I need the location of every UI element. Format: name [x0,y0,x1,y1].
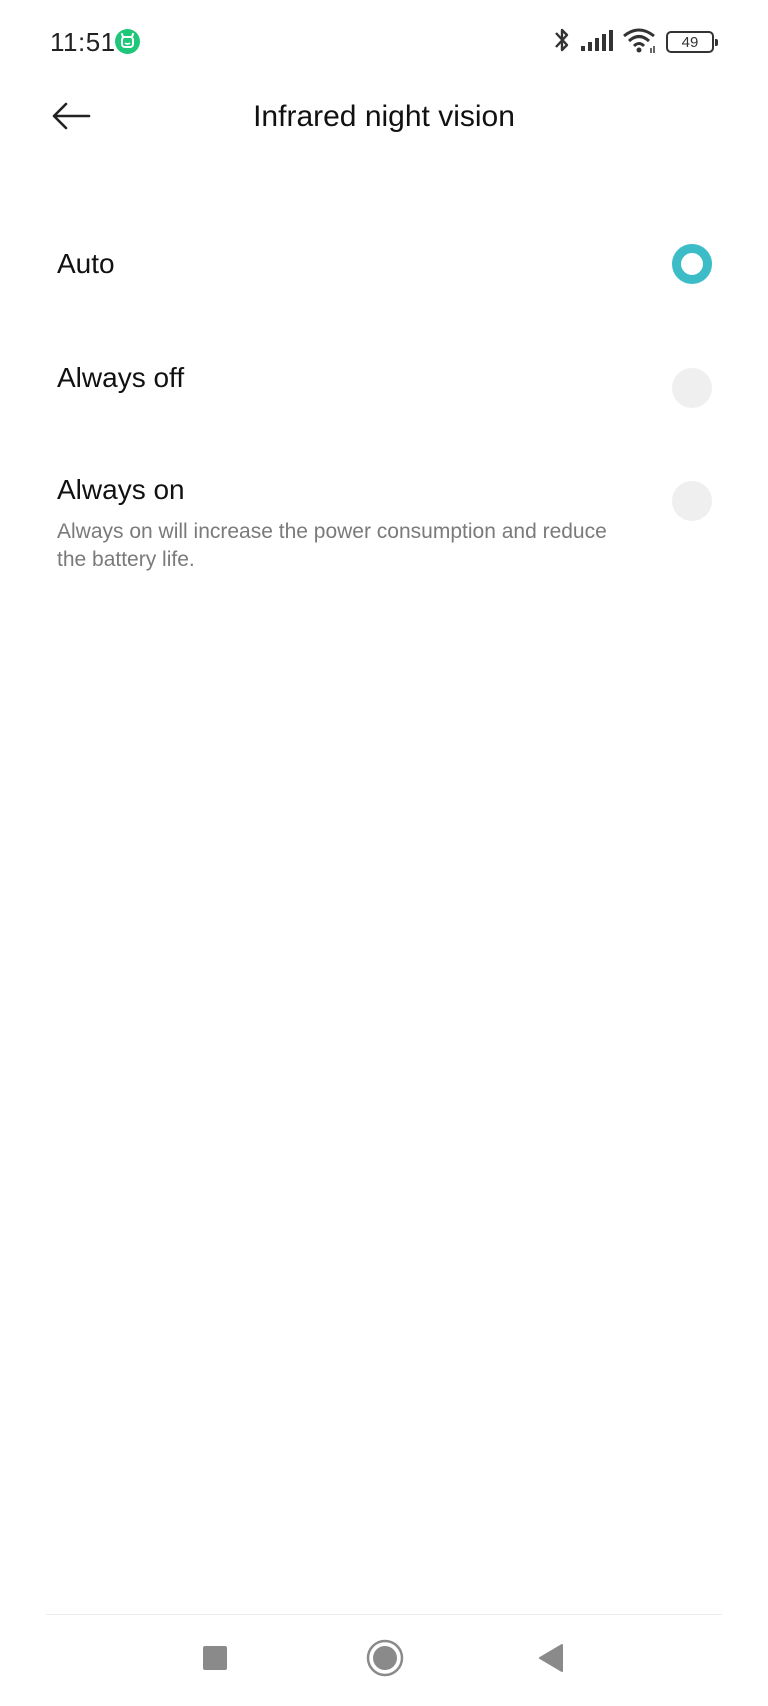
nav-back-button[interactable] [526,1635,576,1685]
recents-square-icon [202,1645,228,1676]
status-time: 11:51 [50,27,116,57]
home-circle-icon [366,1639,404,1682]
top-app-bar: Infrared night vision [0,84,768,152]
option-label: Auto [57,248,115,279]
page-title: Infrared night vision [253,100,515,133]
radio-button[interactable] [672,368,712,408]
option-auto[interactable]: Auto [0,210,768,320]
bluetooth-icon [552,25,572,60]
screen: 11:51 49 Infrared night vision Auto Alwa… [0,0,768,1706]
option-description: Always on will increase the power consum… [57,520,607,571]
recents-button[interactable] [190,1635,240,1685]
radio-button[interactable] [672,481,712,521]
back-triangle-icon [537,1643,565,1678]
status-icons: 49 [552,24,718,60]
battery-icon: 49 [666,31,718,53]
option-label: Always off [57,362,185,393]
wifi-icon [622,26,658,59]
night-vision-options: Auto Always off Always on Always on will… [0,210,768,571]
system-nav-bar [0,1615,768,1706]
option-label: Always on [57,474,185,505]
signal-icon [580,28,614,57]
option-always-on[interactable]: Always on Always on will increase the po… [0,436,768,571]
status-bar: 11:51 49 [0,0,768,84]
home-button[interactable] [360,1635,410,1685]
option-always-off[interactable]: Always off [0,320,768,436]
radio-button-selected[interactable] [672,244,712,284]
mi-home-badge-icon [115,29,140,54]
